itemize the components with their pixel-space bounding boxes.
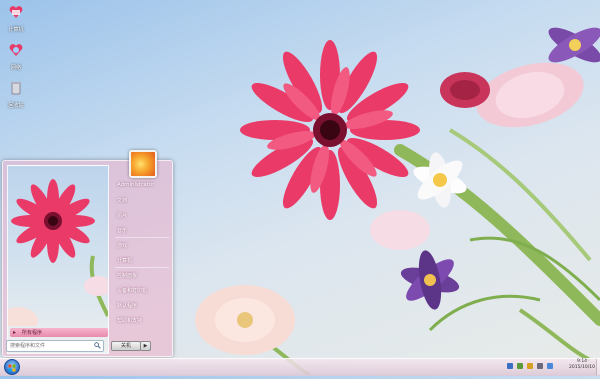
start-menu-user-name[interactable]: Administrator: [117, 182, 155, 188]
all-programs-button[interactable]: ▸ 所有程序: [10, 328, 108, 337]
desktop-icon-network[interactable]: 网络: [4, 42, 28, 71]
network-heart-icon: [9, 44, 23, 56]
start-menu-wallpaper-image: [8, 179, 108, 335]
start-menu-item-devices-printers[interactable]: 设备和打印机: [117, 287, 147, 294]
start-menu-item-documents[interactable]: 文档: [117, 197, 127, 204]
start-menu-separator: [115, 267, 169, 268]
action-center-flag-icon[interactable]: [527, 363, 533, 369]
taskbar-clock[interactable]: 9:14 2015/10/10: [565, 359, 599, 374]
show-desktop-button[interactable]: [596, 359, 600, 375]
search-icon[interactable]: [94, 342, 101, 349]
start-menu-programs-pane: ▸ 所有程序: [7, 165, 109, 354]
windows-logo-icon: [8, 364, 16, 372]
desktop-icon-computer[interactable]: 计算机: [4, 4, 28, 33]
clock-date: 2015/10/10: [569, 365, 595, 370]
start-button[interactable]: [4, 359, 20, 375]
desktop-icon-label: 回收站: [8, 103, 24, 109]
tray-app-icon[interactable]: [547, 363, 553, 369]
shutdown-button[interactable]: 关机: [111, 341, 141, 351]
start-menu-search-box[interactable]: [6, 340, 104, 352]
start-menu-item-default-programs[interactable]: 默认程序: [117, 302, 137, 309]
search-input[interactable]: [10, 341, 90, 350]
network-icon[interactable]: [517, 363, 523, 369]
start-menu: ▸ 所有程序 Administrator 文档 图片 音乐 游戏 计算机 控制面…: [2, 150, 173, 357]
start-menu-item-computer[interactable]: 计算机: [117, 257, 132, 264]
start-menu-item-music[interactable]: 音乐: [117, 227, 127, 234]
user-avatar[interactable]: [129, 150, 157, 178]
start-menu-item-games[interactable]: 游戏: [117, 242, 127, 249]
desktop-icon-label: 计算机: [8, 27, 24, 33]
system-tray: [505, 361, 565, 372]
language-icon[interactable]: [507, 363, 513, 369]
chevron-right-icon: ▸: [13, 329, 17, 336]
start-menu-separator: [115, 237, 169, 238]
start-menu-item-control-panel[interactable]: 控制面板: [117, 272, 137, 279]
volume-icon[interactable]: [537, 363, 543, 369]
recycle-bin-icon: [11, 82, 21, 95]
shutdown-options-button[interactable]: ▶: [140, 341, 151, 351]
start-menu-item-help-support[interactable]: 帮助和支持: [117, 317, 142, 324]
start-menu-item-pictures[interactable]: 图片: [117, 212, 127, 219]
all-programs-label: 所有程序: [22, 330, 43, 336]
desktop-icon-label: 网络: [10, 65, 21, 71]
computer-heart-icon: [9, 6, 23, 18]
desktop-icon-recycle-bin[interactable]: 回收站: [4, 80, 28, 109]
